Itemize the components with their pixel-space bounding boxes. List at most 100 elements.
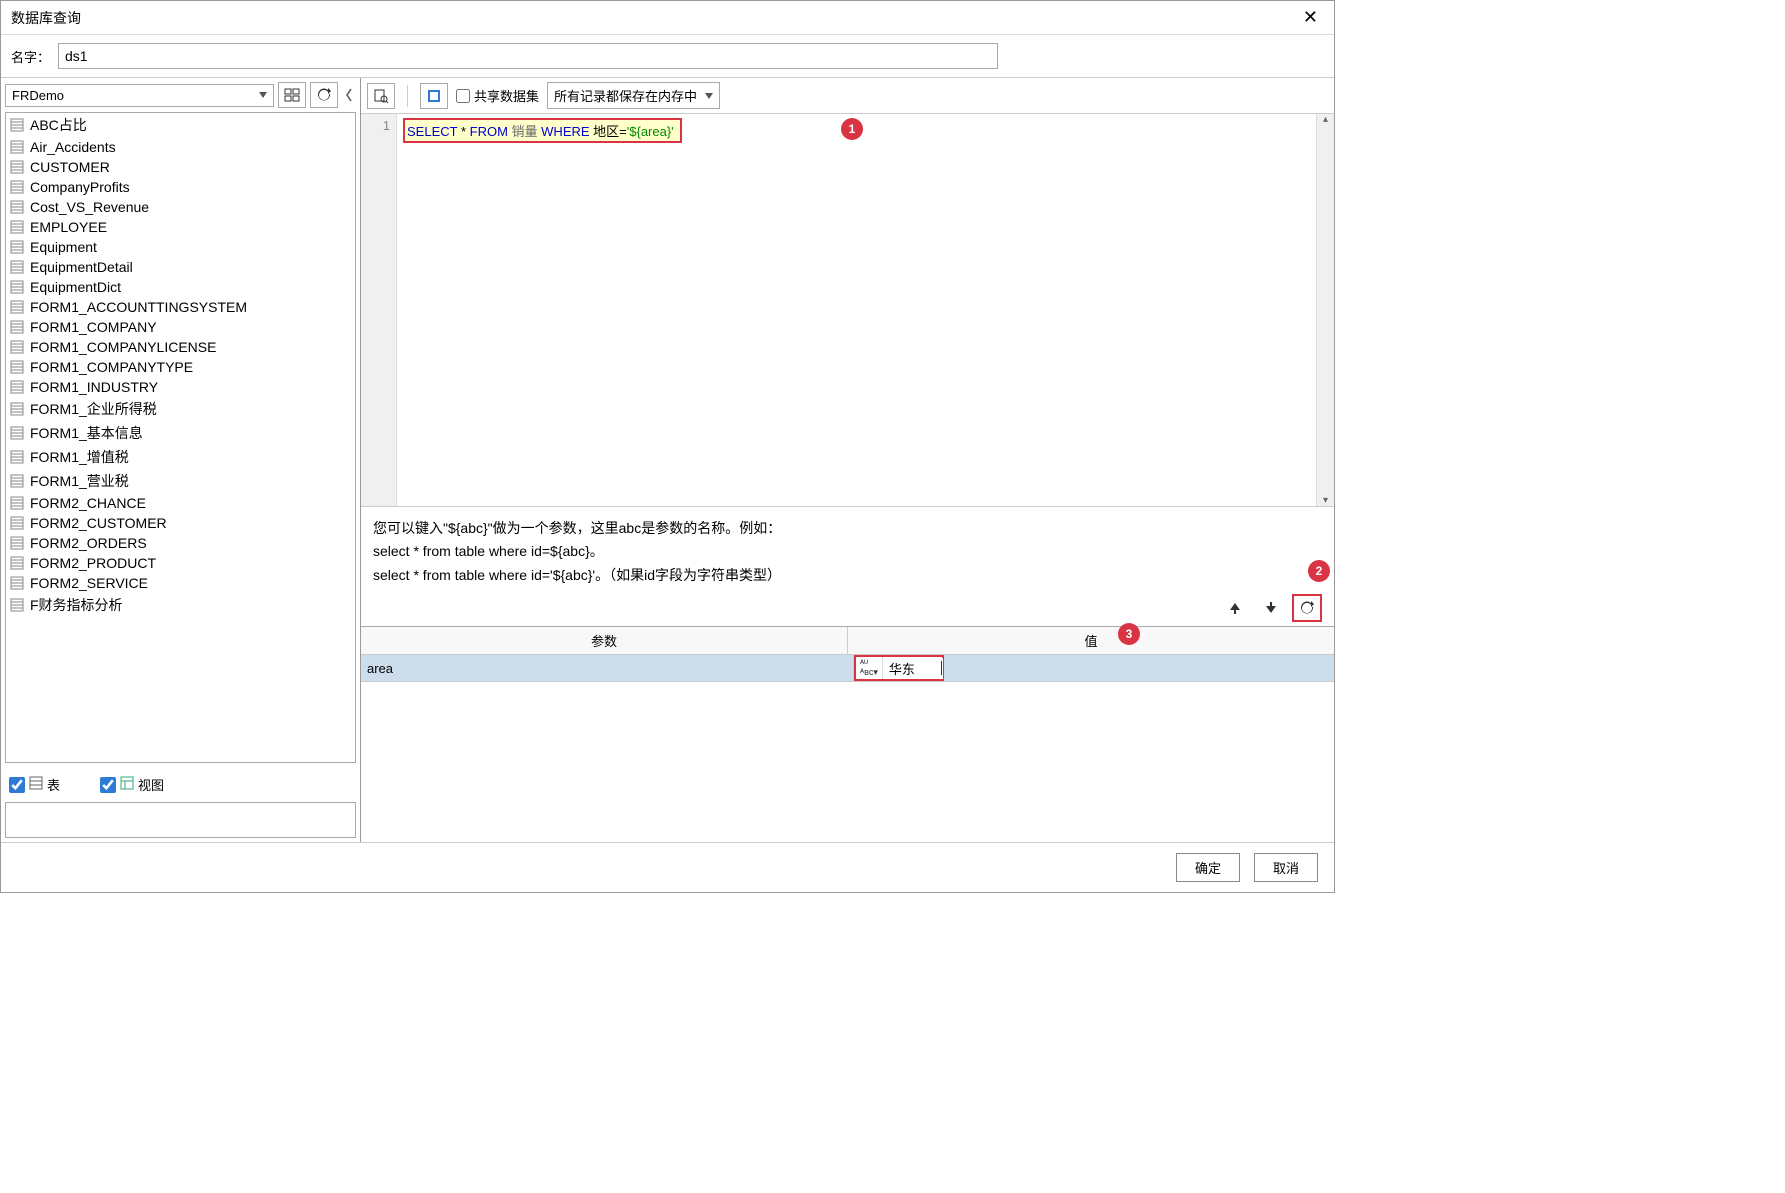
chevron-down-icon xyxy=(705,93,713,99)
table-item[interactable]: FORM2_SERVICE xyxy=(6,573,355,593)
table-item[interactable]: Air_Accidents xyxy=(6,137,355,157)
table-item-label: FORM2_PRODUCT xyxy=(30,555,156,571)
table-item[interactable]: FORM1_INDUSTRY xyxy=(6,377,355,397)
table-item-label: Air_Accidents xyxy=(30,139,116,155)
table-item[interactable]: CompanyProfits xyxy=(6,177,355,197)
table-item-label: FORM1_COMPANYLICENSE xyxy=(30,339,216,355)
table-item[interactable]: FORM1_COMPANYTYPE xyxy=(6,357,355,377)
search-strip[interactable] xyxy=(5,802,356,838)
dialog-root: 数据库查询 ✕ 名字： FRDemo A xyxy=(0,0,1335,893)
table-item[interactable]: FORM1_基本信息 xyxy=(6,421,355,445)
scroll-up-icon[interactable]: ▴ xyxy=(1323,114,1328,125)
param-table: 参数 值 3 area ᴬᵁᴬʙᴄ▾ xyxy=(361,626,1334,842)
share-check[interactable]: 共享数据集 xyxy=(456,86,539,105)
table-list[interactable]: ABC占比 Air_Accidents CUSTOMER CompanyProfits… xyxy=(5,112,356,763)
param-value-input[interactable] xyxy=(883,658,943,679)
table-icon xyxy=(10,516,24,530)
maximize-button[interactable] xyxy=(420,83,448,109)
table-icon xyxy=(10,536,24,550)
ok-button[interactable]: 确定 xyxy=(1176,853,1240,882)
table-item-label: FORM1_基本信息 xyxy=(30,423,143,443)
hint-text: 您可以键入"${abc}"做为一个参数，这里abc是参数的名称。例如： sele… xyxy=(361,507,1334,594)
param-value-editor[interactable]: ᴬᵁᴬʙᴄ▾ xyxy=(854,655,944,681)
table-item[interactable]: EquipmentDetail xyxy=(6,257,355,277)
table-icon xyxy=(10,220,24,234)
table-item[interactable]: Cost_VS_Revenue xyxy=(6,197,355,217)
table-item-label: CUSTOMER xyxy=(30,159,110,175)
param-header-name: 参数 xyxy=(361,627,848,655)
name-input[interactable] xyxy=(58,43,998,69)
table-item[interactable]: F财务指标分析 xyxy=(6,593,355,617)
table-item[interactable]: FORM2_ORDERS xyxy=(6,533,355,553)
refresh-params-button[interactable] xyxy=(1292,594,1322,622)
code-area[interactable]: SELECT * FROM 销量 WHERE 地区='${area}' 1 xyxy=(397,114,1316,506)
table-item[interactable]: Equipment xyxy=(6,237,355,257)
collapse-button[interactable] xyxy=(342,82,356,108)
table-item-label: FORM1_INDUSTRY xyxy=(30,379,158,395)
table-item[interactable]: ABC占比 xyxy=(6,113,355,137)
connection-row: FRDemo xyxy=(1,78,360,112)
table-item[interactable]: FORM1_企业所得税 xyxy=(6,397,355,421)
check-table[interactable]: 表 xyxy=(9,775,60,794)
table-icon xyxy=(10,426,24,440)
table-item[interactable]: FORM1_COMPANYLICENSE xyxy=(6,337,355,357)
vertical-scrollbar[interactable]: ▴ ▾ xyxy=(1316,114,1334,506)
move-up-button[interactable] xyxy=(1220,594,1250,622)
table-icon xyxy=(10,160,24,174)
table-item[interactable]: CUSTOMER xyxy=(6,157,355,177)
table-icon xyxy=(10,280,24,294)
table-icon xyxy=(10,402,24,416)
connection-select[interactable]: FRDemo xyxy=(5,84,274,107)
schema-button[interactable] xyxy=(278,82,306,108)
cancel-button[interactable]: 取消 xyxy=(1254,853,1318,882)
refresh-connections-button[interactable] xyxy=(310,82,338,108)
table-icon xyxy=(10,474,24,488)
table-icon xyxy=(10,300,24,314)
table-icon xyxy=(10,556,24,570)
sql-editor: 1 SELECT * FROM 销量 WHERE 地区='${area}' 1 … xyxy=(361,114,1334,507)
table-icon xyxy=(10,450,24,464)
table-item[interactable]: FORM2_PRODUCT xyxy=(6,553,355,573)
left-panel: FRDemo ABC占比 Air_Accidents CUSTOMER Company… xyxy=(1,78,361,842)
table-item-label: Cost_VS_Revenue xyxy=(30,199,149,215)
table-item[interactable]: FORM1_营业税 xyxy=(6,469,355,493)
table-item-label: FORM1_ACCOUNTTINGSYSTEM xyxy=(30,299,247,315)
type-picker-icon[interactable]: ᴬᵁᴬʙᴄ▾ xyxy=(856,657,883,679)
table-item[interactable]: EquipmentDict xyxy=(6,277,355,297)
close-icon[interactable]: ✕ xyxy=(1297,7,1324,28)
table-icon xyxy=(10,360,24,374)
check-view[interactable]: 视图 xyxy=(100,775,164,794)
table-item[interactable]: FORM1_增值税 xyxy=(6,445,355,469)
param-toolbar: 2 xyxy=(361,594,1334,626)
hint-line: 您可以键入"${abc}"做为一个参数，这里abc是参数的名称。例如： xyxy=(373,517,1322,541)
view-checkbox[interactable] xyxy=(100,777,116,793)
scroll-down-icon[interactable]: ▾ xyxy=(1323,495,1328,506)
table-icon xyxy=(10,340,24,354)
dialog-footer: 确定 取消 xyxy=(1,842,1334,892)
table-icon xyxy=(10,380,24,394)
right-panel: 共享数据集 所有记录都保存在内存中 1 SELECT * FROM 销量 WHE… xyxy=(361,78,1334,842)
name-row: 名字： xyxy=(1,35,1334,77)
table-item[interactable]: FORM2_CHANCE xyxy=(6,493,355,513)
connection-value: FRDemo xyxy=(12,88,64,103)
table-item[interactable]: FORM2_CUSTOMER xyxy=(6,513,355,533)
table-item-label: FORM2_ORDERS xyxy=(30,535,147,551)
hint-line: select * from table where id=${abc}。 xyxy=(373,540,1322,564)
param-value-cell[interactable]: ᴬᵁᴬʙᴄ▾ xyxy=(854,655,1334,682)
move-down-button[interactable] xyxy=(1256,594,1286,622)
line-number: 1 xyxy=(361,118,390,133)
share-checkbox[interactable] xyxy=(456,89,470,103)
table-label: 表 xyxy=(47,775,60,794)
share-label: 共享数据集 xyxy=(474,86,539,105)
annotation-badge-2: 2 xyxy=(1308,560,1330,582)
preview-button[interactable] xyxy=(367,83,395,109)
table-item[interactable]: FORM1_ACCOUNTTINGSYSTEM xyxy=(6,297,355,317)
param-name-cell[interactable]: area xyxy=(361,655,854,682)
table-checkbox[interactable] xyxy=(9,777,25,793)
memory-value: 所有记录都保存在内存中 xyxy=(554,86,697,105)
table-item[interactable]: FORM1_COMPANY xyxy=(6,317,355,337)
name-label: 名字： xyxy=(11,47,50,66)
memory-select[interactable]: 所有记录都保存在内存中 xyxy=(547,82,720,109)
param-row[interactable]: area ᴬᵁᴬʙᴄ▾ xyxy=(361,655,1334,682)
table-item[interactable]: EMPLOYEE xyxy=(6,217,355,237)
